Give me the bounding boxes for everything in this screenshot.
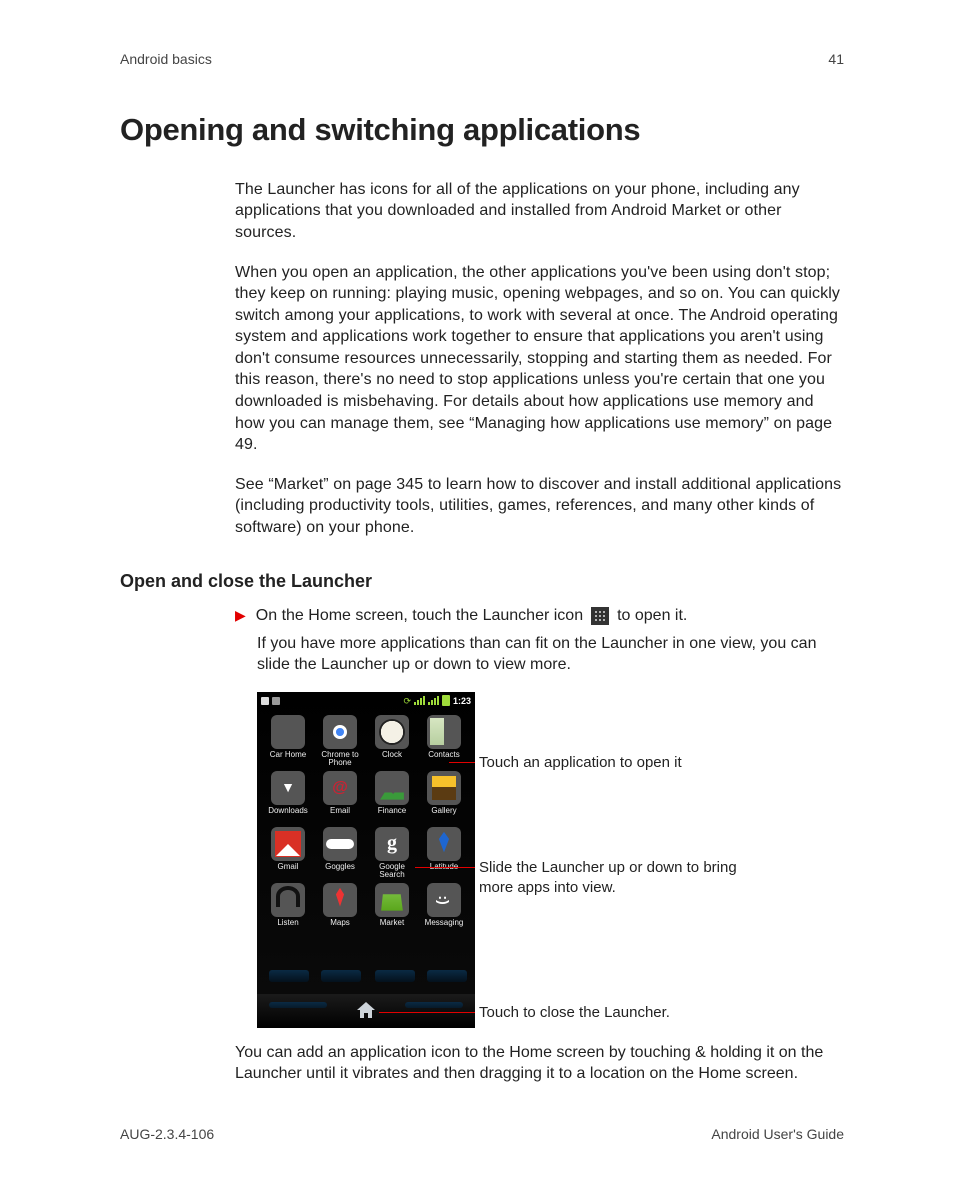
header-page-number: 41 [828,50,844,69]
clock-icon [375,715,409,749]
latitude-icon [427,827,461,861]
app-label: Messaging [425,919,464,937]
app-icon: Messaging [419,883,469,937]
battery-icon [442,695,450,706]
app-label: Google Search [379,863,405,881]
gmail-icon [271,827,305,861]
app-icon: Email [315,771,365,825]
paragraph-2: When you open an application, the other … [235,262,844,456]
maps-icon [323,883,357,917]
phone-statusbar: ⟳ 1:23 [257,692,475,709]
finance-icon [375,771,409,805]
app-icon: Downloads [263,771,313,825]
callout-leader [415,867,475,868]
callout-leader [379,1012,475,1013]
page-title: Opening and switching applications [120,109,844,151]
app-icon: Goggles [315,827,365,881]
figure: ⟳ 1:23 Car Home Chrome to Phone Clock Conta… [257,692,844,1028]
wifi-icon [428,696,439,705]
email-icon [323,771,357,805]
app-label: Listen [277,919,298,937]
after-figure-paragraph: You can add an application icon to the H… [235,1042,844,1085]
paragraph-1: The Launcher has icons for all of the ap… [235,179,844,244]
app-icon: Contacts [419,715,469,769]
gallery-icon [427,771,461,805]
app-label: Gallery [431,807,456,825]
car-icon [271,715,305,749]
app-label: Email [330,807,350,825]
callout-leader [449,762,475,763]
step-text-post: to open it. [617,605,687,627]
app-icon: Gallery [419,771,469,825]
app-label: Goggles [325,863,355,881]
footer-doc-id: AUG-2.3.4-106 [120,1125,214,1144]
notification-icon [272,697,280,705]
callout-slide: Slide the Launcher up or down to bring m… [475,858,759,899]
launcher-grid-icon [591,607,609,625]
phone-screenshot: ⟳ 1:23 Car Home Chrome to Phone Clock Conta… [257,692,475,1028]
app-label: Car Home [270,751,306,769]
app-icon: Car Home [263,715,313,769]
app-label: Downloads [268,807,308,825]
chrome-icon [323,715,357,749]
app-icon: Finance [367,771,417,825]
app-icon: Gmail [263,827,313,881]
app-icon: Listen [263,883,313,937]
listen-icon [271,883,305,917]
app-label: Chrome to Phone [321,751,358,769]
app-icon: Chrome to Phone [315,715,365,769]
app-icon: Clock [367,715,417,769]
app-label: Contacts [428,751,460,769]
app-label: Clock [382,751,402,769]
phone-time: 1:23 [453,695,471,707]
app-label: Market [380,919,404,937]
signal-icon [414,696,425,705]
step-text-pre: On the Home screen, touch the Launcher i… [256,605,583,627]
app-grid: Car Home Chrome to Phone Clock Contacts Down… [257,709,475,937]
partial-row [267,962,465,992]
gsearch-icon [375,827,409,861]
app-label: Latitude [430,863,458,881]
sync-icon: ⟳ [403,695,411,707]
phone-bottombar [257,994,475,1028]
home-icon [354,999,378,1023]
subheading: Open and close the Launcher [120,569,844,593]
app-label: Gmail [278,863,299,881]
dl-icon [271,771,305,805]
step-bullet-icon: ▶ [235,608,246,622]
app-label: Finance [378,807,406,825]
callout-open-app: Touch an application to open it [475,753,682,773]
market-icon [375,883,409,917]
header-section: Android basics [120,50,212,69]
app-icon: Latitude [419,827,469,881]
goggles-icon [323,827,357,861]
msg-icon [427,883,461,917]
app-icon: Maps [315,883,365,937]
notification-icon [261,697,269,705]
app-icon: Market [367,883,417,937]
app-label: Maps [330,919,350,937]
step-line: ▶ On the Home screen, touch the Launcher… [235,605,844,627]
step-followup: If you have more applications than can f… [257,633,844,676]
footer-doc-title: Android User's Guide [711,1125,844,1144]
contacts-icon [427,715,461,749]
paragraph-3: See “Market” on page 345 to learn how to… [235,474,844,539]
callout-close-launcher: Touch to close the Launcher. [475,1003,670,1023]
app-icon: Google Search [367,827,417,881]
